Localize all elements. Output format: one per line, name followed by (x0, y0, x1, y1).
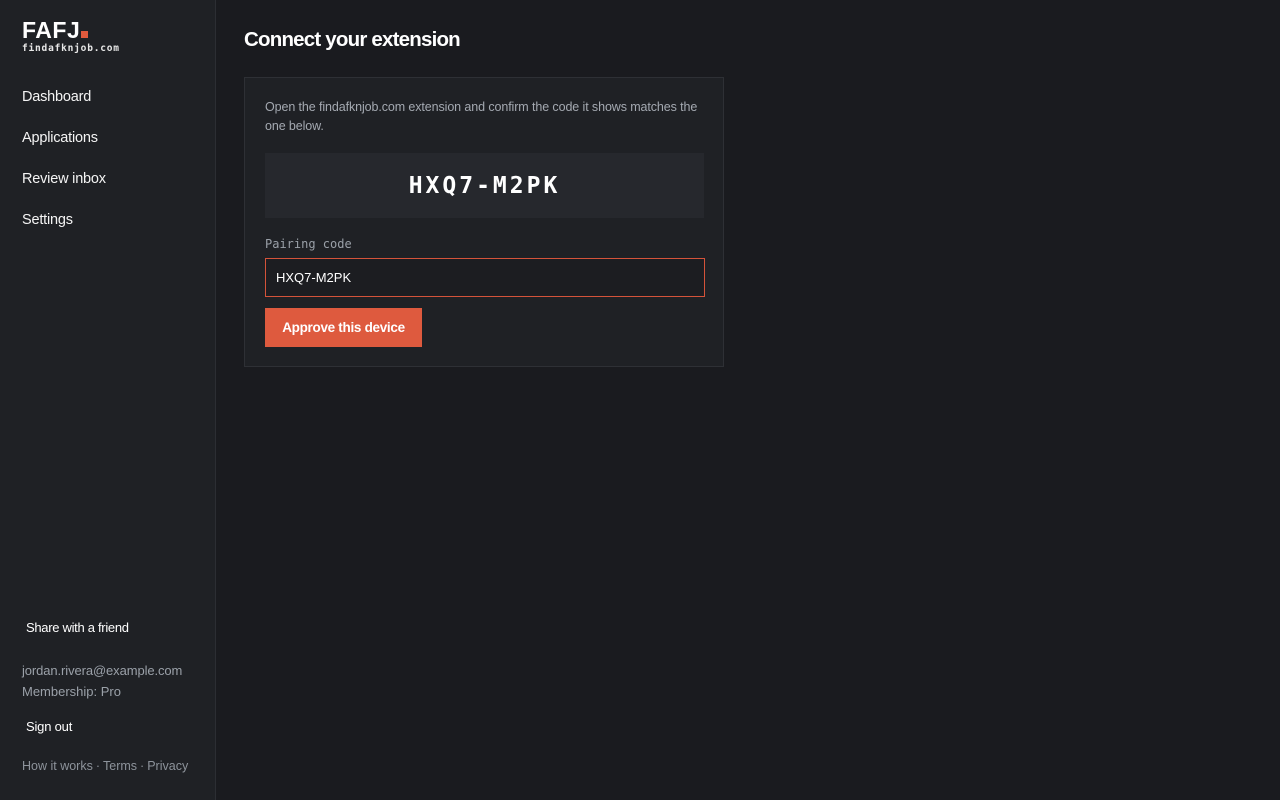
footer-separator: · (95, 759, 101, 773)
sidebar-item-applications[interactable]: Applications (22, 129, 106, 170)
page-title: Connect your extension (244, 28, 461, 51)
pairing-code-label: Pairing code (265, 237, 352, 251)
brand-domain: findafknjob.com (22, 43, 120, 54)
footer-separator: · (140, 759, 145, 773)
brand-name: FAFJ (22, 17, 81, 43)
privacy-link[interactable]: Privacy (147, 759, 188, 773)
sidebar-nav: Dashboard Applications Review inbox Sett… (22, 88, 106, 252)
brand-logo[interactable]: FAFJ findafknjob.com (22, 18, 120, 54)
pairing-code-display: HXQ7-M2PK (265, 153, 704, 218)
sign-out-button[interactable]: Sign out (26, 719, 202, 734)
sidebar-footer: Share with a friend jordan.rivera@exampl… (22, 620, 202, 773)
brand-dot-icon (81, 31, 89, 38)
sidebar-item-settings[interactable]: Settings (22, 211, 106, 252)
sidebar-item-review-inbox[interactable]: Review inbox (22, 170, 106, 211)
how-it-works-link[interactable]: How it works (22, 759, 93, 773)
approve-device-button[interactable]: Approve this device (265, 308, 422, 347)
pairing-code-input[interactable] (265, 258, 705, 297)
terms-link[interactable]: Terms (103, 759, 137, 773)
pairing-card: Open the findafknjob.com extension and c… (244, 77, 724, 367)
footer-links: How it works · Terms · Privacy (22, 759, 202, 773)
sidebar: FAFJ findafknjob.com Dashboard Applicati… (0, 0, 216, 800)
pairing-instructions: Open the findafknjob.com extension and c… (265, 100, 698, 133)
user-email: jordan.rivera@example.com (22, 663, 183, 678)
sidebar-item-dashboard[interactable]: Dashboard (22, 88, 106, 129)
share-with-friend-button[interactable]: Share with a friend (26, 620, 202, 635)
membership-status: Membership: Pro (22, 684, 121, 699)
main-content: Connect your extension Open the findafkn… (244, 28, 724, 367)
